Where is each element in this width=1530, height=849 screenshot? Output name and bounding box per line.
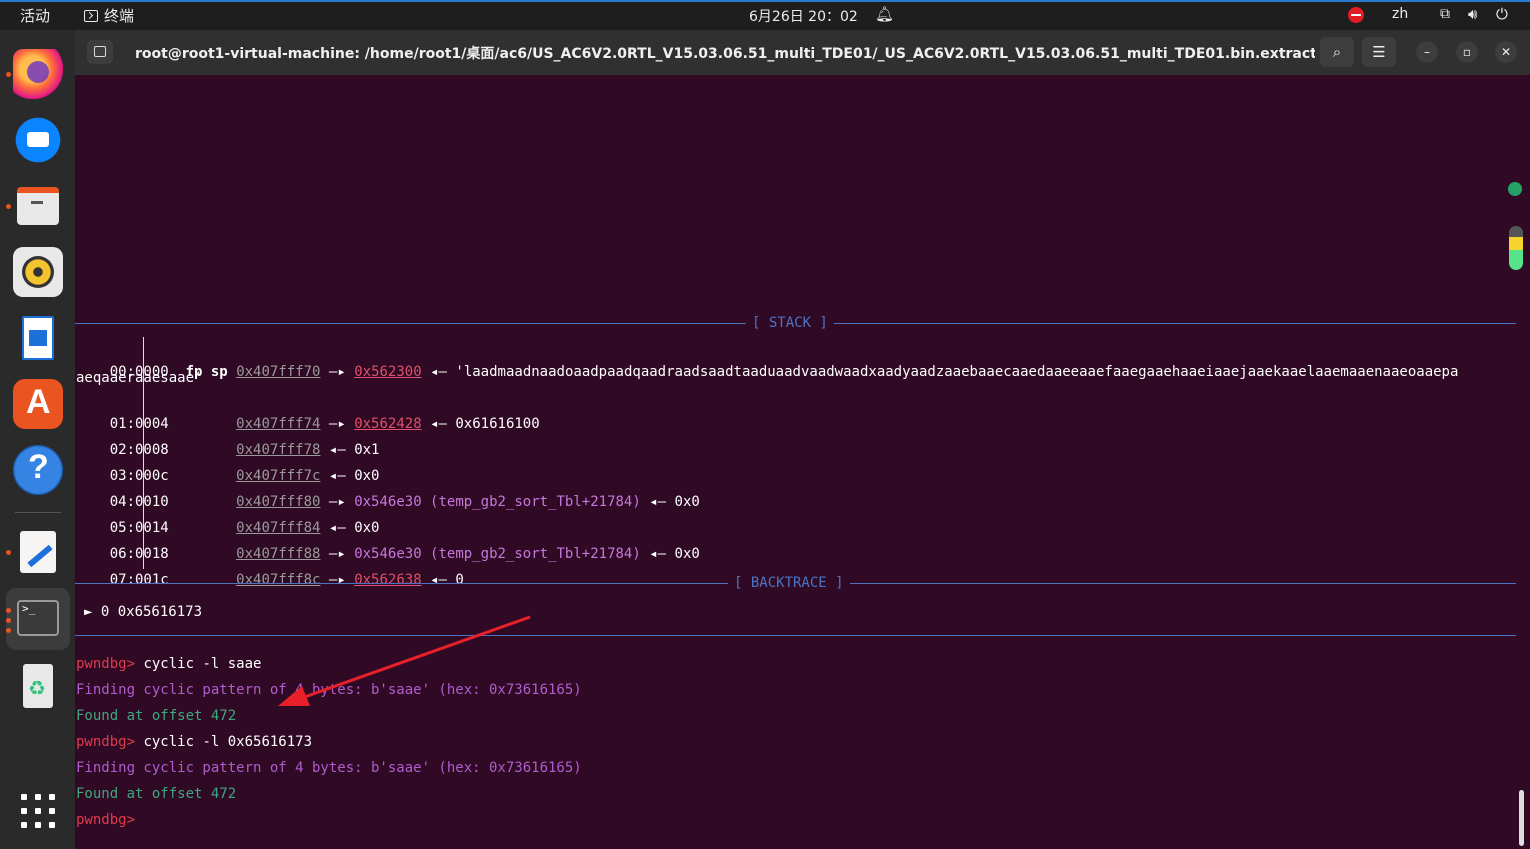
- app-menu[interactable]: 终端: [84, 5, 134, 26]
- window-title: root@root1-virtual-machine: /home/root1/…: [135, 46, 1315, 62]
- running-indicator: [6, 628, 11, 633]
- thunderbird-icon[interactable]: [13, 115, 63, 165]
- terminal-mini-icon: [84, 9, 98, 22]
- terminal-icon[interactable]: >_: [13, 594, 63, 644]
- activities-button[interactable]: 活动: [20, 5, 50, 26]
- firefox-icon[interactable]: [13, 49, 63, 99]
- clock[interactable]: 6月26日 20：02: [749, 6, 858, 26]
- search-button[interactable]: ⌕: [1320, 37, 1354, 67]
- command-line: pwndbg> cyclic -l 0x65616173: [76, 734, 313, 750]
- top-accent-line: [0, 0, 1530, 2]
- new-tab-button[interactable]: [87, 40, 113, 64]
- app-menu-label: 终端: [104, 7, 135, 25]
- help-icon[interactable]: [13, 445, 63, 495]
- dock-separator: [15, 512, 61, 513]
- minimize-icon: –: [1424, 45, 1430, 59]
- terminal-scrollbar[interactable]: [1519, 790, 1524, 846]
- backtrace-header: [ BACKTRACE ]: [728, 575, 850, 591]
- app-store-icon[interactable]: [13, 379, 63, 429]
- terminal-headerbar: root@root1-virtual-machine: /home/root1/…: [75, 30, 1530, 75]
- search-icon: ⌕: [1332, 43, 1342, 61]
- running-indicator: [6, 204, 11, 209]
- input-language[interactable]: zh: [1392, 6, 1408, 22]
- volume-icon[interactable]: 🔊︎: [1468, 5, 1477, 23]
- output-line: Found at offset 472: [76, 786, 237, 802]
- stack-row: 00:0000 fp sp 0x407fff70 —▸ 0x562300 ◂— …: [109, 364, 1459, 380]
- terminal-output[interactable]: [ STACK ] 00:0000 fp sp 0x407fff70 —▸ 0x…: [75, 75, 1530, 849]
- running-indicator: [6, 618, 11, 623]
- maximize-button[interactable]: ▫: [1456, 41, 1478, 63]
- status-indicator: [1508, 182, 1522, 196]
- running-indicator: [6, 550, 11, 555]
- running-indicator: [6, 608, 11, 613]
- files-icon[interactable]: [13, 181, 63, 231]
- top-bar: 活动 终端 6月26日 20：02 🔔︎ zh ⧉ 🔊︎ ⏻: [0, 0, 1530, 30]
- dock: >_: [0, 30, 75, 849]
- power-icon[interactable]: ⏻: [1496, 5, 1508, 23]
- output-line: Found at offset 472: [76, 708, 237, 724]
- maximize-icon: ▫: [1462, 45, 1472, 59]
- libreoffice-writer-icon[interactable]: [13, 313, 63, 363]
- output-line: Finding cyclic pattern of 4 bytes: b'saa…: [76, 682, 582, 698]
- prompt: pwndbg>: [76, 656, 136, 672]
- network-icon[interactable]: ⧉: [1440, 6, 1450, 22]
- minimize-button[interactable]: –: [1416, 41, 1438, 63]
- command-line: pwndbg> cyclic -l saae: [76, 656, 262, 672]
- level-indicator: [1509, 226, 1523, 270]
- do-not-disturb-icon[interactable]: [1348, 7, 1364, 23]
- show-apps-icon[interactable]: [21, 794, 55, 828]
- backtrace-frame: ► 0 0x65616173: [84, 604, 203, 620]
- bell-icon[interactable]: 🔔︎: [875, 5, 894, 23]
- close-icon: ✕: [1500, 45, 1512, 59]
- prompt: pwndbg>: [76, 734, 136, 750]
- text-editor-icon[interactable]: [13, 527, 63, 577]
- stack-row: 07:001c 0x407fff8c —▸ 0x562638 ◂— 0: [109, 572, 464, 588]
- menu-button[interactable]: ☰: [1362, 37, 1396, 67]
- hamburger-icon: ☰: [1372, 43, 1386, 61]
- command-line[interactable]: pwndbg>: [76, 810, 135, 830]
- output-line: Finding cyclic pattern of 4 bytes: b'saa…: [76, 760, 582, 776]
- close-button[interactable]: ✕: [1495, 41, 1517, 63]
- running-indicator: [6, 72, 11, 77]
- stack-header: [ STACK ]: [746, 315, 834, 331]
- stack-row-continuation: aeqaaeraaesaae': [76, 370, 203, 386]
- rhythmbox-icon[interactable]: [13, 247, 63, 297]
- backtrace-end-separator: [75, 635, 1516, 636]
- trash-icon[interactable]: [13, 662, 63, 712]
- prompt: pwndbg>: [76, 812, 136, 828]
